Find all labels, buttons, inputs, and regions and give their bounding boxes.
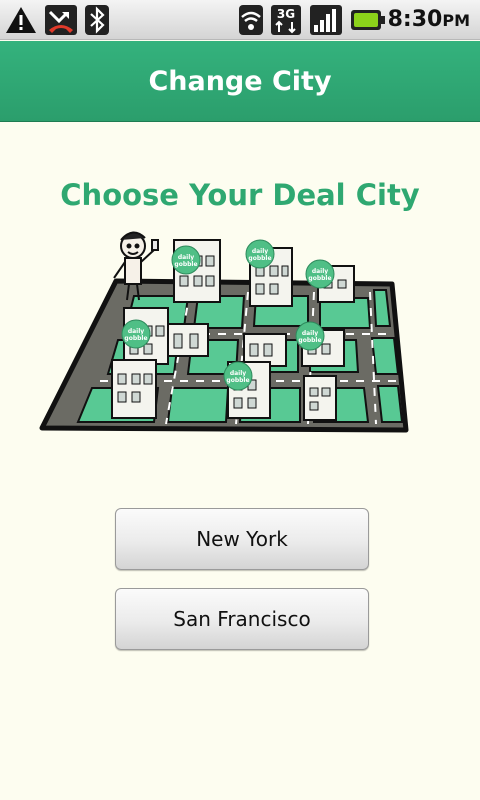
- warning-icon: [6, 7, 36, 33]
- signal-icon: [310, 5, 342, 35]
- city-button-new-york[interactable]: New York: [115, 508, 369, 570]
- svg-text:3G: 3G: [277, 7, 295, 21]
- svg-text:daily: daily: [178, 254, 194, 261]
- battery-icon: [351, 10, 385, 30]
- svg-text:daily: daily: [128, 328, 144, 335]
- status-bar: 3G 8:30PM: [0, 0, 480, 40]
- status-time: 8:30PM: [387, 7, 470, 32]
- svg-text:gobble: gobble: [124, 335, 147, 342]
- svg-text:daily: daily: [252, 248, 268, 255]
- missed-call-icon: [45, 5, 77, 35]
- page-title: Change City: [148, 65, 332, 97]
- city-button-label: San Francisco: [173, 607, 311, 631]
- choose-city-heading: Choose Your Deal City: [60, 178, 420, 212]
- 3g-data-icon: 3G: [271, 5, 301, 35]
- city-map-illustration: daily gobble daily gobble daily gobble d…: [39, 231, 409, 433]
- svg-text:gobble: gobble: [308, 275, 331, 282]
- svg-text:daily: daily: [312, 268, 328, 275]
- city-button-san-francisco[interactable]: San Francisco: [115, 588, 369, 650]
- svg-text:gobble: gobble: [298, 337, 321, 344]
- bluetooth-icon: [85, 5, 109, 35]
- wifi-icon: [239, 5, 263, 35]
- svg-text:daily: daily: [302, 330, 318, 337]
- title-bar: Change City: [0, 41, 480, 122]
- svg-text:gobble: gobble: [174, 261, 197, 268]
- svg-text:gobble: gobble: [226, 377, 249, 384]
- svg-text:daily: daily: [230, 370, 246, 377]
- svg-text:gobble: gobble: [248, 255, 271, 262]
- city-button-label: New York: [196, 527, 288, 551]
